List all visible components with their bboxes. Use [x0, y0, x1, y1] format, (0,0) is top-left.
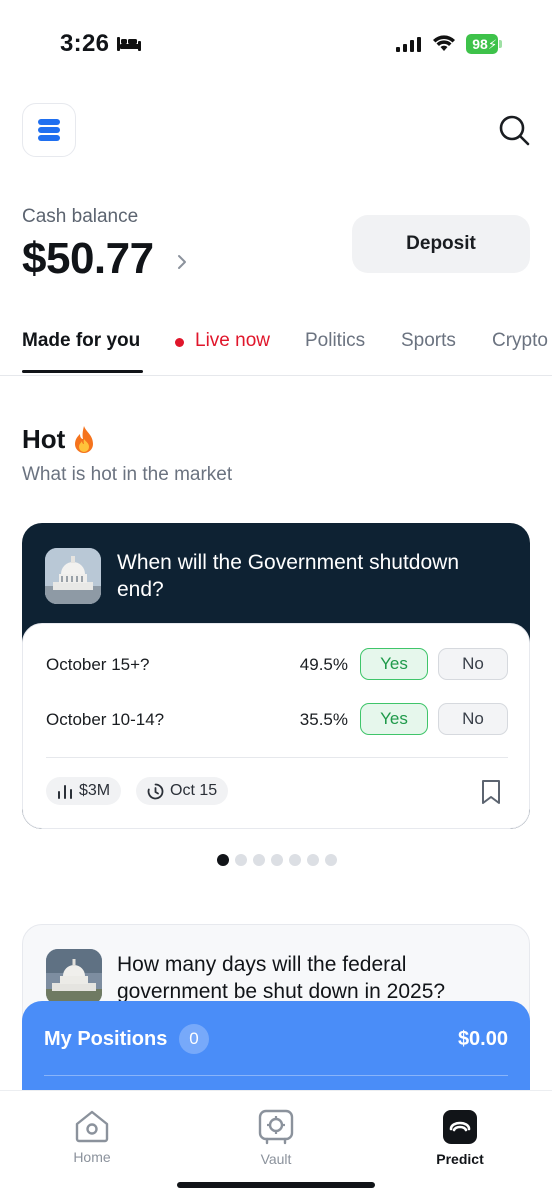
end-date-chip: Oct 15	[136, 777, 229, 805]
pagination-dot[interactable]	[235, 854, 247, 866]
market-outcomes-panel: October 15+? 49.5% Yes No October 10-14?…	[22, 623, 530, 829]
outcome-name: October 10-14?	[46, 710, 165, 729]
pagination-dot[interactable]	[307, 854, 319, 866]
nav-label-vault: Vault	[260, 1151, 292, 1167]
stack-logo-icon	[38, 119, 60, 141]
wifi-icon	[433, 35, 455, 51]
nav-item-predict[interactable]: Predict	[400, 1109, 520, 1167]
no-button[interactable]: No	[438, 648, 508, 680]
live-dot-icon	[175, 338, 184, 347]
capitol-thumbnail	[46, 949, 102, 1005]
divider	[44, 1075, 508, 1076]
outcome-row: October 10-14? 35.5% Yes No	[46, 703, 508, 737]
charging-bolt-icon: ⚡	[488, 37, 498, 52]
search-icon[interactable]	[497, 113, 531, 147]
nav-item-home[interactable]: Home	[32, 1109, 152, 1165]
tab-politics[interactable]: Politics	[305, 330, 365, 352]
pagination-dot[interactable]	[271, 854, 283, 866]
positions-count-badge: 0	[179, 1024, 209, 1054]
status-time: 3:26	[60, 30, 110, 57]
cash-balance-label: Cash balance	[22, 206, 139, 227]
outcome-percent: 49.5%	[299, 655, 348, 674]
nav-item-vault[interactable]: Vault	[216, 1109, 336, 1167]
market-question[interactable]: When will the Government shutdown end?	[117, 549, 507, 603]
volume-chip: $3M	[46, 777, 122, 805]
capitol-thumbnail	[45, 548, 101, 604]
chevron-right-icon[interactable]	[176, 252, 188, 272]
nav-label-predict: Predict	[436, 1151, 484, 1167]
cash-balance-amount[interactable]: $50.77	[22, 234, 154, 284]
pagination-dot[interactable]	[253, 854, 265, 866]
battery-level: 98	[472, 36, 488, 52]
tab-sports[interactable]: Sports	[401, 330, 456, 352]
yes-button[interactable]: Yes	[360, 648, 428, 680]
tab-made-for-you[interactable]: Made for you	[22, 330, 140, 352]
app-logo[interactable]	[22, 103, 76, 157]
positions-label: My Positions	[44, 1028, 168, 1050]
pagination-dot[interactable]	[289, 854, 301, 866]
divider	[46, 757, 508, 758]
market-question[interactable]: How many days will the federal governmen…	[117, 951, 517, 1005]
hot-title-text: Hot	[22, 424, 66, 454]
pagination-dot[interactable]	[217, 854, 229, 866]
category-tabs: Made for you Live now Politics Sports Cr…	[0, 322, 552, 376]
section-title: Hot	[22, 424, 97, 455]
nav-label-home: Home	[73, 1149, 111, 1165]
positions-total: $0.00	[457, 1028, 508, 1050]
outcome-row: October 15+? 49.5% Yes No	[46, 648, 508, 682]
bed-icon	[117, 37, 141, 51]
pagination-dot[interactable]	[325, 854, 337, 866]
carousel-pagination	[217, 854, 337, 866]
tab-live-now[interactable]: Live now	[195, 330, 270, 352]
vault-icon	[258, 1109, 294, 1145]
end-date-value: Oct 15	[170, 782, 218, 799]
home-indicator	[177, 1182, 375, 1188]
outcome-name: October 15+?	[46, 655, 150, 674]
fire-icon	[75, 425, 94, 453]
my-positions-bar[interactable]: My Positions 0 $0.00	[22, 1001, 530, 1101]
predict-icon	[443, 1110, 477, 1144]
active-tab-indicator	[22, 370, 143, 373]
outcome-percent: 35.5%	[299, 710, 348, 729]
market-card[interactable]: When will the Government shutdown end? O…	[22, 523, 530, 829]
bookmark-icon[interactable]	[480, 779, 502, 805]
signal-icon	[396, 37, 421, 52]
home-icon	[75, 1110, 109, 1143]
yes-button[interactable]: Yes	[360, 703, 428, 735]
bar-chart-icon	[58, 785, 72, 799]
no-button[interactable]: No	[438, 703, 508, 735]
tab-crypto[interactable]: Crypto	[492, 330, 548, 352]
deposit-button[interactable]: Deposit	[352, 215, 530, 273]
section-subtitle: What is hot in the market	[22, 464, 233, 485]
volume-value: $3M	[79, 782, 111, 799]
clock-icon	[147, 783, 164, 799]
battery-icon: 98 ⚡	[466, 34, 502, 54]
